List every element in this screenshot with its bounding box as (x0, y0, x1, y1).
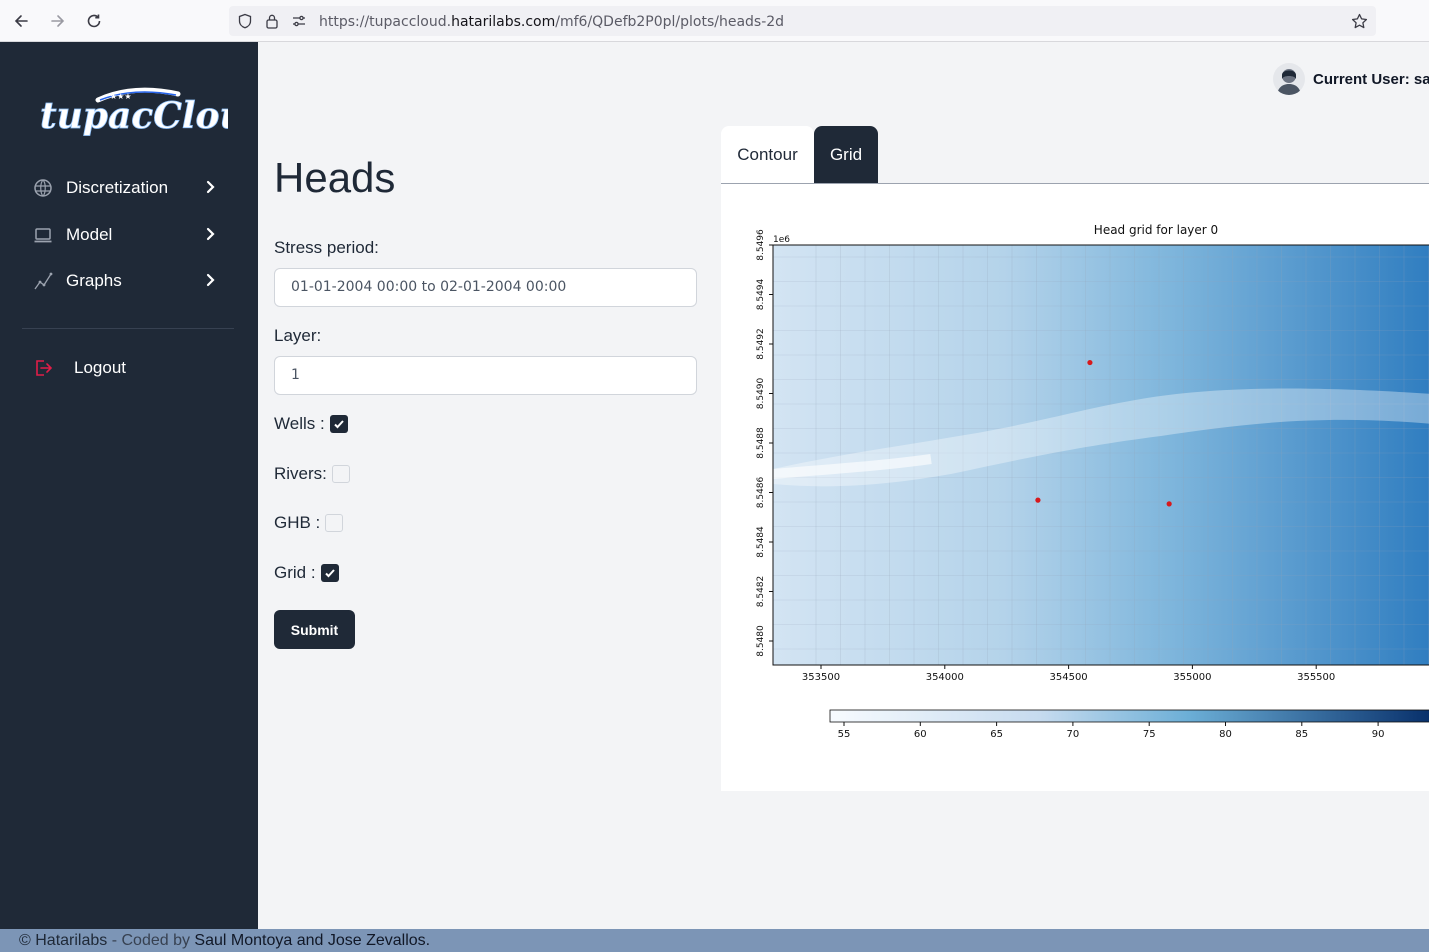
stress-period-label: Stress period: (274, 238, 379, 257)
x-tick-label: 355500 (1297, 672, 1335, 683)
check-icon (324, 569, 335, 578)
arrow-right-icon (51, 15, 65, 27)
footer-separator: - Coded by (107, 932, 195, 949)
ghb-row: GHB : (274, 513, 344, 533)
forward-button[interactable] (47, 10, 69, 32)
chevron-right-icon (206, 227, 215, 241)
logout-icon (32, 357, 54, 379)
ghb-label: GHB : (274, 513, 321, 532)
y-tick-label: 8.5496 (756, 229, 766, 261)
chevron-right-icon (206, 273, 215, 287)
well-marker (1087, 359, 1093, 366)
head-grid-plot: Head grid for layer 0 1e6 353500 354000 35… (756, 223, 1429, 740)
y-tick-label: 8.5494 (756, 278, 766, 310)
shield-icon (238, 13, 252, 29)
address-bar[interactable]: https://tupaccloud.hatarilabs.com/mf6/QD… (229, 6, 1376, 36)
arrow-left-icon (14, 15, 28, 27)
sidebar-item-label: Discretization (66, 178, 169, 197)
y-tick-label: 8.5486 (756, 476, 766, 508)
x-tick-label: 354000 (926, 672, 964, 683)
lock-icon (266, 14, 278, 29)
y-tick-label: 8.5480 (756, 625, 766, 657)
submit-button[interactable]: Submit (274, 610, 355, 649)
rivers-label: Rivers: (274, 464, 327, 483)
globe-icon (32, 177, 54, 199)
url-text[interactable]: https://tupaccloud.hatarilabs.com/mf6/QD… (319, 14, 784, 30)
current-user[interactable]: Current User: sau (1273, 62, 1429, 96)
sidebar-item-label: Model (66, 225, 113, 244)
tupaccloud-logo[interactable]: ★★★ tupacCloud (38, 82, 271, 142)
logout-label: Logout (74, 358, 126, 377)
colorbar-tick-label: 65 (990, 729, 1003, 740)
rivers-row: Rivers: (274, 464, 350, 484)
avatar (1273, 63, 1305, 95)
current-user-label: Current User: sau (1313, 70, 1429, 88)
x-tick-label: 355000 (1173, 672, 1211, 683)
colorbar-tick-label: 60 (914, 729, 927, 740)
wells-label: Wells : (274, 414, 325, 433)
footer-copyright: © Hatarilabs (19, 932, 108, 949)
bookmark-star-icon[interactable] (1351, 13, 1368, 30)
y-tick-label: 8.5490 (756, 377, 766, 409)
colorbar (829, 709, 1429, 723)
chevron-right-icon (206, 180, 215, 194)
logout-button[interactable]: Logout (32, 355, 222, 381)
plot-panel: Head grid for layer 0 1e6 353500 354000 35… (721, 184, 1429, 791)
reload-icon (87, 14, 101, 28)
colorbar-tick-label: 85 (1295, 729, 1308, 740)
footer-authors: Saul Montoya and Jose Zevallos. (194, 932, 431, 949)
colorbar-tick-label: 70 (1067, 729, 1080, 740)
url-path: /mf6/QDefb2P0pl/plots/heads-2d (555, 14, 785, 30)
y-offset-label: 1e6 (773, 235, 790, 245)
wells-checkbox[interactable] (329, 415, 348, 433)
colorbar-tick-label: 80 (1219, 729, 1232, 740)
tab-contour[interactable]: Contour (721, 126, 814, 183)
line-graph-icon (32, 270, 54, 292)
laptop-icon (32, 224, 54, 246)
colorbar-tick-label: 90 (1372, 729, 1385, 740)
sidebar-item-discretization[interactable]: Discretization (32, 175, 222, 201)
wells-row: Wells : (274, 414, 348, 434)
x-tick-label: 353500 (802, 672, 840, 683)
y-tick-label: 8.5484 (756, 526, 766, 558)
plot-tabs: Contour Grid (721, 126, 1429, 184)
site-permissions-icon[interactable] (291, 13, 307, 29)
rivers-checkbox[interactable] (331, 465, 350, 483)
page-title: Heads (274, 154, 396, 201)
sidebar-item-label: Graphs (66, 271, 122, 290)
check-icon (333, 420, 344, 429)
well-marker (1035, 497, 1041, 503)
heatmap-area (773, 245, 1429, 665)
url-prefix: https://tupaccloud. (319, 14, 452, 30)
y-tick-label: 8.5488 (756, 427, 766, 459)
sidebar-item-model[interactable]: Model (32, 222, 222, 248)
browser-toolbar: https://tupaccloud.hatarilabs.com/mf6/QD… (0, 0, 1429, 42)
url-domain: hatarilabs.com (451, 14, 556, 30)
y-tick-label: 8.5482 (756, 576, 766, 608)
grid-label: Grid : (274, 563, 316, 582)
x-tick-label: 354500 (1050, 672, 1088, 683)
reload-button[interactable] (83, 10, 105, 32)
sidebar-item-graphs[interactable]: Graphs (32, 268, 222, 294)
colorbar-tick-label: 55 (838, 729, 851, 740)
chart-title: Head grid for layer 0 (1094, 223, 1218, 237)
back-button[interactable] (10, 10, 32, 32)
well-marker (1166, 501, 1172, 507)
stress-period-select[interactable]: 01-01-2004 00:00 to 02-01-2004 00:00 (274, 268, 697, 307)
grid-checkbox[interactable] (320, 564, 339, 582)
sidebar-divider (22, 328, 234, 329)
tab-grid[interactable]: Grid (814, 126, 878, 183)
footer: © Hatarilabs - Coded by Saul Montoya and… (0, 929, 1429, 952)
y-tick-label: 8.5492 (756, 328, 766, 360)
grid-row: Grid : (274, 563, 339, 583)
colorbar-tick-label: 75 (1143, 729, 1156, 740)
ghb-checkbox[interactable] (325, 514, 344, 532)
sidebar: ★★★ tupacCloud Discretization Model Grap… (0, 42, 271, 929)
layer-input[interactable]: 1 (274, 356, 697, 395)
layer-label: Layer: (274, 326, 322, 345)
logo-wordmark: tupacCloud (40, 95, 228, 137)
